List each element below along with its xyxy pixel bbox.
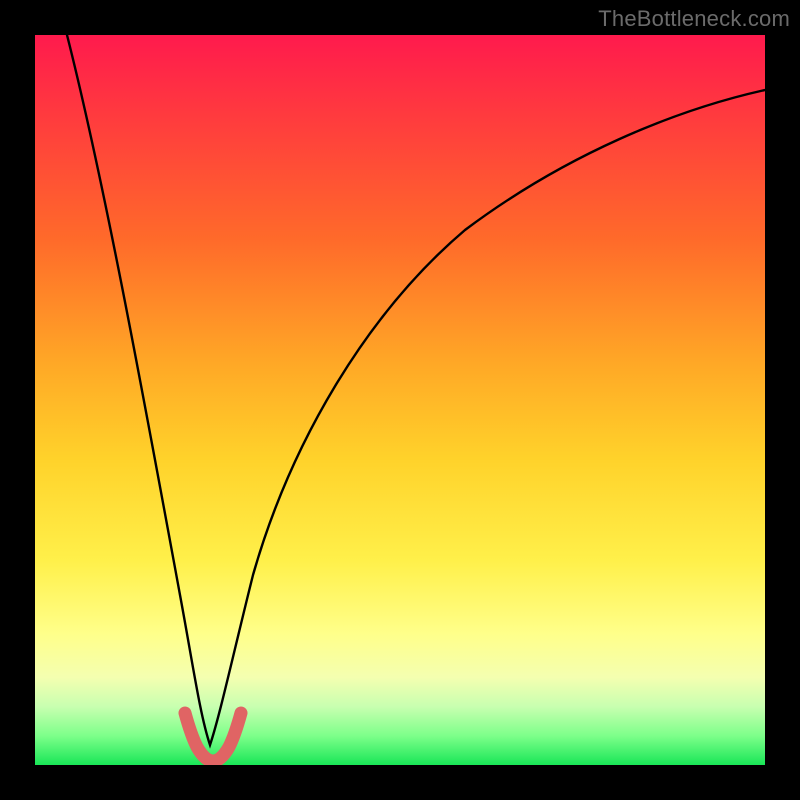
chart-frame: TheBottleneck.com [0, 0, 800, 800]
plot-area [35, 35, 765, 765]
bottleneck-curve [67, 35, 765, 745]
curve-layer [35, 35, 765, 765]
watermark-text: TheBottleneck.com [598, 6, 790, 32]
